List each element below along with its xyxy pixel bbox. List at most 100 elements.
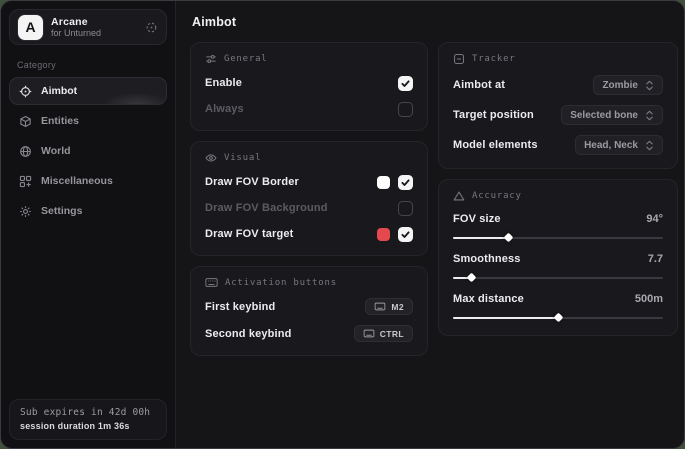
left-column: General Enable Always (190, 42, 428, 356)
brand-text: Arcane for Unturned (51, 16, 137, 38)
second-keybind-button[interactable]: CTRL (354, 325, 413, 342)
setting-row-second-keybind: Second keybind CTRL (205, 325, 413, 342)
accuracy-card-header: Accuracy (453, 190, 663, 202)
setting-label: Max distance (453, 293, 524, 305)
slider-value: 500m (635, 293, 663, 305)
sidebar-nav: Aimbot Entities World Miscellaneous (9, 77, 167, 225)
sidebar-item-entities[interactable]: Entities (9, 107, 167, 135)
setting-label: Enable (205, 77, 242, 89)
unfold-icon (645, 140, 654, 151)
row-controls (377, 227, 413, 242)
setting-label: First keybind (205, 301, 275, 313)
slider-track (453, 277, 663, 279)
always-checkbox[interactable] (398, 102, 413, 117)
general-card-header: General (205, 53, 413, 65)
setting-label: Always (205, 103, 244, 115)
slider-thumb[interactable] (503, 233, 513, 243)
category-label: Category (17, 60, 159, 70)
sidebar-item-label: Entities (41, 115, 79, 127)
setting-row-fov-target: Draw FOV target (205, 226, 413, 242)
sidebar-item-world[interactable]: World (9, 137, 167, 165)
first-keybind-button[interactable]: M2 (365, 298, 413, 315)
keybind-value: M2 (391, 302, 404, 312)
setting-label: Smoothness (453, 253, 521, 265)
tracker-card: Tracker Aimbot at Zombie Target position (438, 42, 678, 169)
sidebar: A Arcane for Unturned Category Aimbot (1, 1, 176, 448)
card-title: Visual (224, 153, 261, 163)
smoothness-slider[interactable] (453, 273, 663, 282)
enable-checkbox[interactable] (398, 76, 413, 91)
max-distance-slider[interactable] (453, 313, 663, 322)
activation-card: Activation buttons First keybind M2 Seco… (190, 266, 428, 356)
fov-border-checkbox[interactable] (398, 175, 413, 190)
fov-background-checkbox[interactable] (398, 201, 413, 216)
sidebar-spacer (9, 225, 167, 399)
setting-row-fov-background: Draw FOV Background (205, 200, 413, 216)
sidebar-item-miscellaneous[interactable]: Miscellaneous (9, 167, 167, 195)
brand-card: A Arcane for Unturned (9, 9, 167, 45)
check-icon (400, 177, 411, 188)
slider-group-fov-size: FOV size 94° (453, 211, 663, 242)
target-position-dropdown[interactable]: Selected bone (561, 105, 663, 125)
setting-label: FOV size (453, 213, 501, 225)
sync-icon[interactable] (145, 21, 158, 34)
app-name: Arcane (51, 16, 137, 28)
card-columns: General Enable Always (190, 42, 678, 356)
slider-fill (453, 277, 471, 279)
main-panel: Aimbot General Enable (176, 1, 685, 448)
right-column: Tracker Aimbot at Zombie Target position (438, 42, 678, 336)
row-controls (377, 175, 413, 190)
globe-icon (19, 145, 32, 158)
keyboard-icon (374, 302, 386, 311)
slider-value: 94° (646, 213, 663, 225)
color-swatch[interactable] (377, 228, 390, 241)
sidebar-item-aimbot[interactable]: Aimbot (9, 77, 167, 105)
setting-row-target-position: Target position Selected bone (453, 105, 663, 125)
keyboard-icon (363, 329, 375, 338)
setting-row-aimbot-at: Aimbot at Zombie (453, 75, 663, 95)
tracker-card-header: Tracker (453, 53, 663, 65)
sidebar-item-settings[interactable]: Settings (9, 197, 167, 225)
slider-label-row: Smoothness 7.7 (453, 251, 663, 267)
setting-row-always: Always (205, 101, 413, 117)
slider-value: 7.7 (648, 253, 663, 265)
triangle-icon (453, 190, 465, 202)
cube-icon (19, 115, 32, 128)
card-title: General (224, 54, 268, 64)
sidebar-item-label: Aimbot (41, 85, 77, 97)
general-card: General Enable Always (190, 42, 428, 131)
fov-size-slider[interactable] (453, 233, 663, 242)
setting-label: Draw FOV Background (205, 202, 328, 214)
check-icon (400, 229, 411, 240)
card-title: Tracker (472, 54, 516, 64)
visual-card-header: Visual (205, 152, 413, 164)
keybind-value: CTRL (380, 329, 404, 339)
card-title: Accuracy (472, 191, 522, 201)
gear-icon (19, 205, 32, 218)
fov-target-checkbox[interactable] (398, 227, 413, 242)
crosshair-icon (19, 85, 32, 98)
unfold-icon (645, 110, 654, 121)
sidebar-item-label: Miscellaneous (41, 175, 113, 187)
keyboard-icon (205, 277, 218, 288)
modules-icon (19, 175, 32, 188)
subscription-expiry: Sub expires in 42d 00h (20, 407, 156, 418)
session-duration: session duration 1m 36s (20, 421, 156, 431)
activation-card-header: Activation buttons (205, 277, 413, 288)
aimbot-at-dropdown[interactable]: Zombie (593, 75, 663, 95)
sidebar-item-label: World (41, 145, 71, 157)
dropdown-value: Head, Neck (584, 140, 638, 151)
eye-icon (205, 152, 217, 164)
accuracy-card: Accuracy FOV size 94° (438, 179, 678, 336)
slider-fill (453, 237, 508, 239)
subscription-card: Sub expires in 42d 00h session duration … (9, 399, 167, 440)
slider-thumb[interactable] (466, 273, 476, 283)
slider-label-row: Max distance 500m (453, 291, 663, 307)
card-title: Activation buttons (225, 278, 337, 288)
color-swatch[interactable] (377, 176, 390, 189)
slider-group-max-distance: Max distance 500m (453, 291, 663, 322)
sidebar-item-label: Settings (41, 205, 82, 217)
slider-thumb[interactable] (554, 313, 564, 323)
setting-label: Target position (453, 109, 534, 121)
model-elements-dropdown[interactable]: Head, Neck (575, 135, 663, 155)
